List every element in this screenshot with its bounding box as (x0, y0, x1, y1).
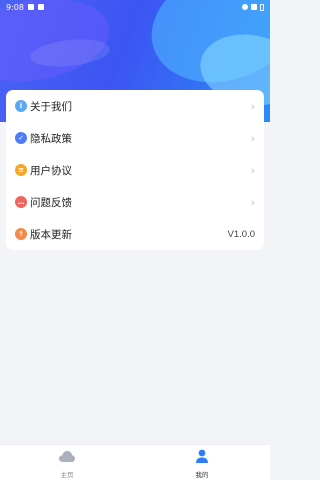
menu-item-version-update[interactable]: ↑ 版本更新 V1.0.0 (6, 218, 264, 250)
menu-item-privacy-policy[interactable]: ✓ 隐私政策 › (6, 122, 264, 154)
version-number: V1.0.0 (227, 228, 255, 240)
feedback-icon: … (15, 196, 27, 208)
menu-item-label: 问题反馈 (30, 196, 72, 209)
shield-icon: ✓ (15, 132, 27, 144)
bottom-tab-bar: 主页 我的 (0, 444, 270, 480)
settings-card: i 关于我们 › ✓ 隐私政策 › ≡ 用户协议 › … 问题反馈 › ↑ 版本… (6, 90, 264, 250)
menu-item-about-us[interactable]: i 关于我们 › (6, 90, 264, 122)
menu-item-user-agreement[interactable]: ≡ 用户协议 › (6, 154, 264, 186)
cloud-icon (59, 451, 75, 462)
status-time: 9:08 (6, 2, 24, 12)
menu-item-label: 版本更新 (30, 228, 72, 241)
user-icon (196, 449, 208, 463)
notification-icon (27, 4, 34, 10)
menu-item-label: 用户协议 (30, 164, 72, 177)
tab-mine[interactable]: 我的 (182, 449, 222, 479)
wifi-icon (242, 4, 248, 10)
chevron-right-icon: › (250, 99, 255, 113)
chevron-right-icon: › (250, 131, 255, 145)
battery-icon (260, 3, 264, 11)
notification-icon (37, 4, 44, 10)
signal-icon (251, 4, 257, 10)
status-bar: 9:08 (0, 0, 270, 14)
agreement-icon: ≡ (15, 164, 27, 176)
tab-home[interactable]: 主页 (47, 449, 87, 479)
chevron-right-icon: › (250, 195, 255, 209)
tab-label: 我的 (195, 471, 209, 479)
menu-item-label: 关于我们 (30, 100, 72, 113)
chevron-right-icon: › (250, 163, 255, 177)
info-icon: i (15, 100, 27, 112)
menu-item-feedback[interactable]: … 问题反馈 › (6, 186, 264, 218)
update-icon: ↑ (15, 228, 27, 240)
menu-item-label: 隐私政策 (30, 132, 72, 145)
tab-label: 主页 (60, 471, 74, 479)
